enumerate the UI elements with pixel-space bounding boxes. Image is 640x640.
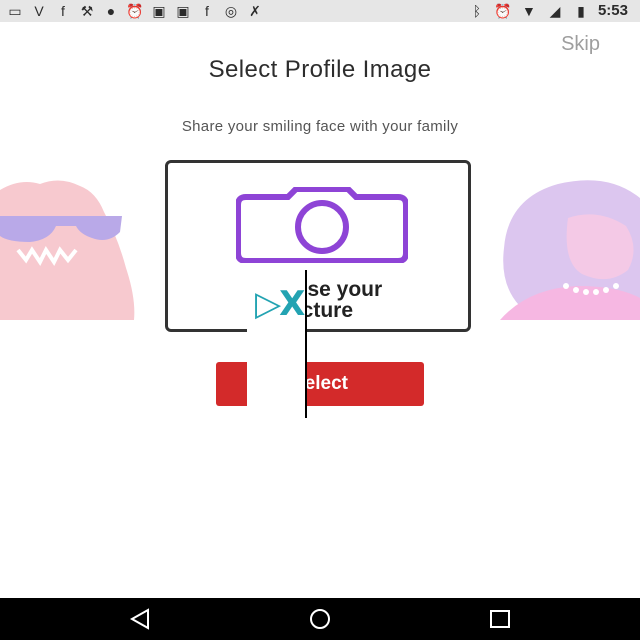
page-subtitle: Share your smiling face with your family bbox=[181, 118, 459, 135]
choose-picture-card[interactable]: Choose your picture bbox=[165, 160, 471, 332]
message-icon: ▭ bbox=[8, 3, 22, 19]
picker-label-line2: picture bbox=[282, 299, 353, 322]
home-icon[interactable] bbox=[308, 608, 332, 630]
skip-button[interactable]: Skip bbox=[561, 33, 600, 56]
navigation-bar bbox=[0, 598, 640, 640]
image-icon: ▣ bbox=[176, 3, 190, 19]
wifi-icon: ▼ bbox=[522, 3, 536, 19]
location-icon: ● bbox=[106, 3, 116, 19]
monster-illustration bbox=[0, 180, 135, 320]
overlay-glyphs: ▷X bbox=[255, 284, 305, 324]
overlay-strip: ▷X bbox=[247, 270, 307, 418]
recents-icon[interactable] bbox=[488, 608, 512, 630]
battery-icon: ▮ bbox=[577, 3, 585, 19]
back-icon[interactable] bbox=[128, 608, 152, 630]
camera-icon bbox=[236, 187, 408, 263]
circle-icon: ◎ bbox=[224, 3, 238, 19]
wrench-icon: ⚒ bbox=[80, 3, 94, 19]
page-title: Select Profile Image bbox=[208, 56, 432, 83]
v-icon: V bbox=[34, 3, 44, 19]
facebook-icon: f bbox=[205, 3, 209, 19]
tool-icon: ✗ bbox=[249, 3, 261, 19]
alarm-icon: ⏰ bbox=[494, 3, 512, 19]
picker-label-line1: Choose your bbox=[253, 278, 383, 301]
image-icon: ▣ bbox=[152, 3, 166, 19]
status-right-icons: ᛒ ⏰ ▼ ◢ ▮ 5:53 bbox=[468, 2, 628, 20]
status-bar: ▭ V f ⚒ ● ⏰ ▣ ▣ f ◎ ✗ ᛒ ⏰ ▼ ◢ ▮ 5:53 bbox=[0, 0, 640, 22]
facebook-icon: f bbox=[61, 3, 65, 19]
bluetooth-icon: ᛒ bbox=[472, 3, 482, 19]
status-time: 5:53 bbox=[597, 2, 628, 19]
status-left-icons: ▭ V f ⚒ ● ⏰ ▣ ▣ f ◎ ✗ bbox=[6, 2, 264, 20]
choose-picture-label: Choose your picture bbox=[168, 279, 468, 321]
signal-icon: ◢ bbox=[549, 3, 561, 19]
alarm-icon: ⏰ bbox=[126, 3, 144, 19]
woman-illustration bbox=[500, 180, 640, 320]
